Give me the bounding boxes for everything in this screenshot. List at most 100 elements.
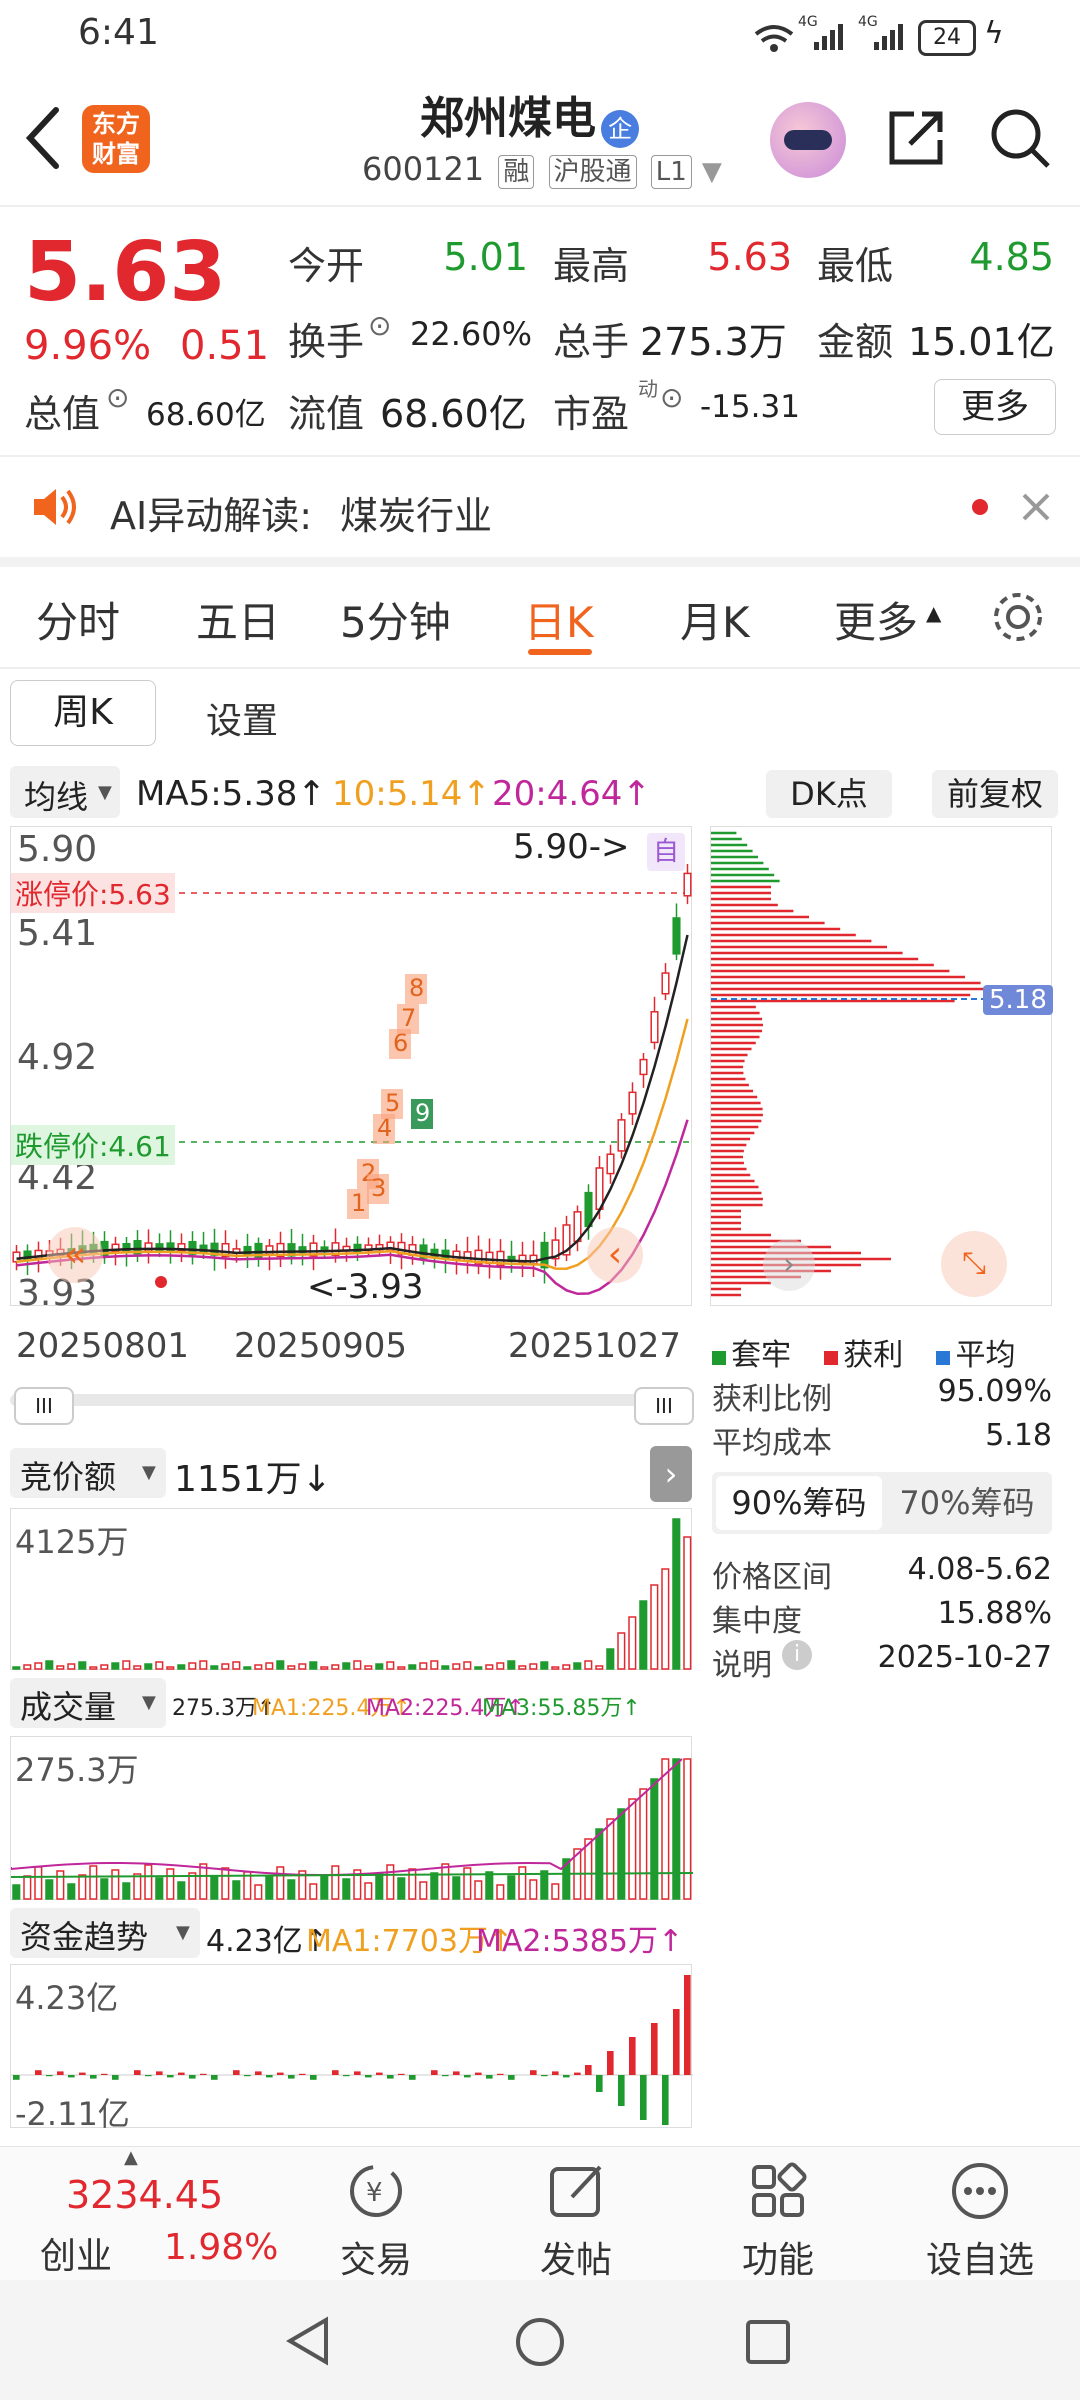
info-icon[interactable]: ⊙	[106, 381, 129, 414]
volume-selector[interactable]: 成交量 ▼	[10, 1678, 166, 1728]
search-icon[interactable]	[988, 106, 1052, 170]
speaker-icon	[34, 489, 76, 525]
nav-post[interactable]: 发帖	[540, 2231, 612, 2283]
profit-ratio-value: 95.09%	[937, 1374, 1052, 1409]
auction-bar	[518, 1665, 527, 1670]
tab-daily-k[interactable]: 日K	[524, 589, 594, 650]
volume-bar	[122, 1882, 131, 1900]
open-label: 今开	[288, 244, 365, 288]
volume-bar	[507, 1875, 516, 1900]
turnover-value: 22.60%	[410, 315, 533, 353]
volume-bar	[617, 1808, 626, 1900]
fund-bar	[277, 2072, 284, 2075]
auction-bar	[122, 1660, 131, 1670]
ma-selector[interactable]: 均线 ▼	[10, 766, 120, 818]
back-icon[interactable]	[22, 106, 62, 170]
range-handle-left[interactable]: III	[14, 1387, 74, 1425]
apps-icon[interactable]	[748, 2161, 808, 2221]
info-icon[interactable]: ⊙	[368, 309, 391, 342]
more-button[interactable]: 更多	[934, 379, 1056, 435]
volume-bar	[144, 1864, 153, 1900]
volume-bar	[89, 1865, 98, 1900]
tab-70pct[interactable]: 70%筹码	[884, 1476, 1050, 1530]
settings-link[interactable]: 设置	[206, 692, 278, 744]
recents-square-icon[interactable]	[744, 2318, 792, 2366]
ma10-value: 10:5.14↑	[332, 774, 491, 814]
back-triangle-icon[interactable]	[284, 2316, 334, 2366]
fund-selector[interactable]: 资金趋势 ▼	[10, 1908, 200, 1958]
ai-banner-label: AI异动解读:	[110, 494, 313, 538]
more-dots-icon[interactable]	[950, 2161, 1010, 2221]
nav-trade[interactable]: 交易	[340, 2231, 412, 2283]
fund-bar	[475, 2072, 482, 2075]
fund-bar	[35, 2070, 42, 2075]
index-name[interactable]: 创业	[40, 2227, 112, 2279]
weekly-k-button[interactable]: 周K	[10, 680, 156, 746]
post-icon[interactable]	[548, 2161, 608, 2221]
dk-point-toggle[interactable]: DK点	[766, 770, 892, 818]
fund-bar	[156, 2071, 163, 2075]
range-handle-right[interactable]: III	[634, 1387, 694, 1425]
chip-legend: 套牢 获利 平均	[712, 1330, 1062, 1374]
candle	[650, 1011, 659, 1044]
auction-bar	[23, 1664, 32, 1670]
self-select-marker[interactable]: 自	[647, 833, 685, 871]
volume-bar	[133, 1873, 142, 1900]
auction-chart[interactable]: 4125万	[10, 1508, 692, 1670]
ai-banner[interactable]: AI异动解读: 煤炭行业	[0, 457, 1080, 557]
home-circle-icon[interactable]	[514, 2316, 566, 2368]
tag-connect: 沪股通	[548, 155, 637, 189]
auction-selector[interactable]: 竞价额 ▼	[10, 1448, 166, 1498]
volume-bar	[430, 1872, 439, 1900]
chip-distribution[interactable]: 5.18 › ⤡	[710, 826, 1053, 1306]
expand-icon[interactable]: ⤡	[941, 1231, 1007, 1297]
volume-bar	[177, 1881, 186, 1900]
auction-bar	[265, 1662, 274, 1670]
candle	[683, 872, 692, 897]
app-logo[interactable]: 东方 财富	[82, 105, 150, 173]
auction-bar	[34, 1662, 43, 1670]
quote-panel: 5.63 9.96% 0.51 今开 5.01 最高 5.63 最低 4.85 …	[0, 207, 1080, 455]
tab-more[interactable]: 更多	[834, 589, 918, 650]
scroll-left-icon[interactable]: ‹	[587, 1227, 643, 1283]
nav-add-watchlist[interactable]: 设自选	[926, 2231, 1034, 2283]
tab-monthly-k[interactable]: 月K	[680, 589, 750, 650]
fund-bar	[464, 2075, 471, 2078]
date-label: 20250801	[16, 1326, 190, 1366]
volume-bar	[551, 1883, 560, 1900]
signal-badge: 9	[411, 1099, 433, 1129]
close-icon[interactable]	[1020, 491, 1052, 523]
scroll-left-fast-icon[interactable]: «	[47, 1227, 103, 1283]
pe-label: 市盈	[553, 392, 630, 436]
volume-bar	[100, 1878, 109, 1900]
share-icon[interactable]	[884, 106, 948, 170]
volume-bar	[12, 1884, 21, 1900]
ai-robot-icon[interactable]	[770, 102, 846, 178]
dropdown-icon[interactable]: ▼	[702, 157, 722, 187]
gear-icon[interactable]	[990, 589, 1046, 645]
high-label: 最高	[553, 244, 630, 288]
info-icon[interactable]: ⊙	[660, 381, 683, 414]
info-icon[interactable]: i	[782, 1640, 812, 1670]
fund-bar	[585, 2065, 592, 2075]
expand-panel-icon[interactable]: ›	[650, 1446, 692, 1502]
range-scrollbar[interactable]	[10, 1394, 692, 1406]
fund-bar	[90, 2075, 97, 2079]
kline-chart[interactable]: 123456789 5.90 5.41 4.92 4.42 3.93 涨停价:5…	[10, 826, 693, 1314]
tab-intraday[interactable]: 分时	[36, 589, 120, 650]
tab-5day[interactable]: 五日	[196, 589, 280, 650]
trade-icon[interactable]: ¥	[344, 2161, 408, 2221]
tab-5min[interactable]: 5分钟	[340, 589, 451, 650]
avg-cost-tag: 5.18	[983, 985, 1053, 1015]
index-value[interactable]: 3234.45	[66, 2173, 223, 2217]
signal-icon	[814, 24, 843, 50]
tab-90pct[interactable]: 90%筹码	[716, 1476, 882, 1530]
fund-chart[interactable]: 4.23亿 -2.11亿	[10, 1964, 693, 2133]
adjust-toggle[interactable]: 前复权	[932, 770, 1058, 818]
volume-bar	[320, 1874, 329, 1900]
y-label: 5.41	[17, 913, 98, 954]
chip-next-icon[interactable]: ›	[763, 1239, 815, 1291]
volume-chart[interactable]: 275.3万	[10, 1736, 693, 1900]
nav-functions[interactable]: 功能	[742, 2231, 814, 2283]
index-pct[interactable]: 1.98%	[164, 2227, 278, 2268]
